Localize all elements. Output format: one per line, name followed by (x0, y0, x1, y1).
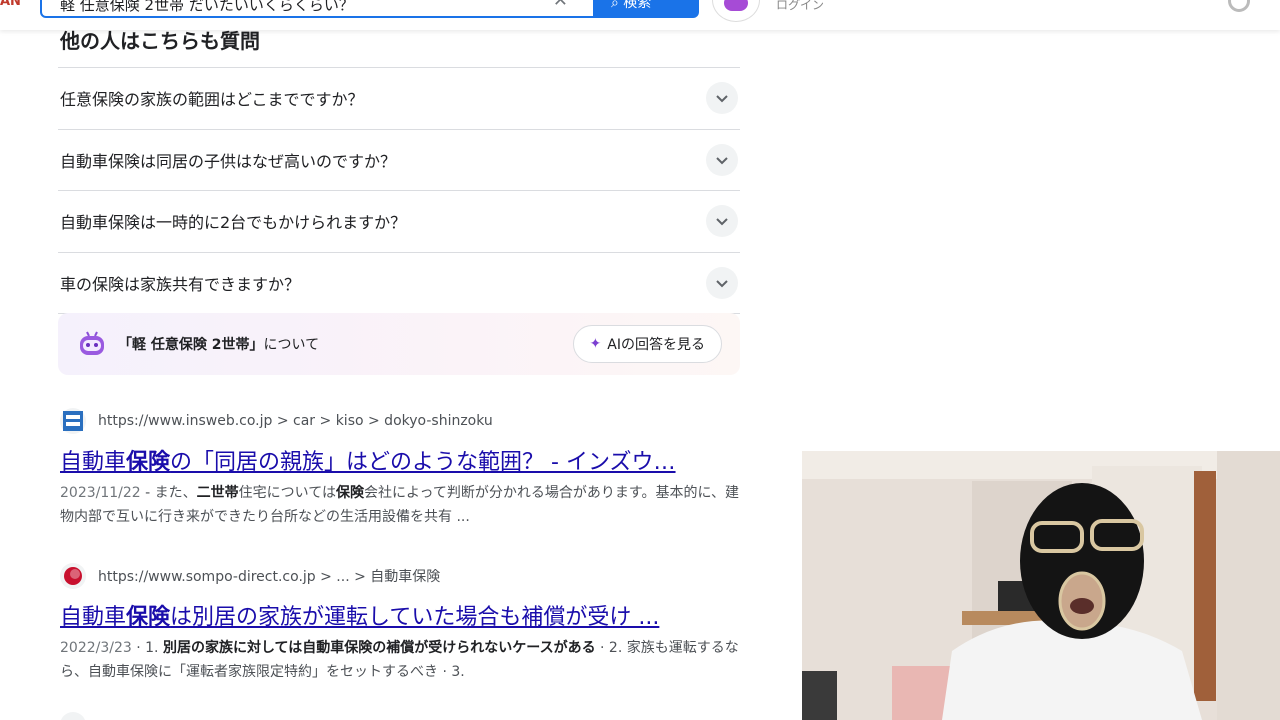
snippet-bold: 保険 (335, 485, 364, 501)
snippet-part: 住宅については (238, 485, 336, 501)
view-ai-answer-button[interactable]: ✦ AIの回答を見る (572, 325, 722, 363)
result-snippet: 2023/11/22 - また、二世帯住宅については保険会社によって判断が分かれ… (60, 481, 740, 529)
snippet-bold: 別居の家族に対しては自動車保険の補償が受けられないケースがある (162, 640, 596, 656)
result-title-bold: 保険 (126, 605, 171, 630)
paa-question-text: 任意保険の家族の範囲はどこまでですか？ (60, 90, 364, 110)
insweb-favicon-icon (60, 408, 86, 434)
result-title-pre: 自動車 (60, 605, 127, 630)
result-url-row[interactable]: https://www.insweb.co.jp > car > kiso > … (60, 408, 740, 434)
chevron-down-icon[interactable] (706, 205, 738, 238)
snippet-bold: 二世帯 (196, 485, 239, 501)
webcam-person-image (802, 451, 1280, 720)
site-logo[interactable]: AN (0, 0, 21, 9)
search-result: https://www.sompo-direct.co.jp > ... > 自… (60, 563, 740, 684)
ai-close-quote: 」 (249, 337, 264, 353)
sompo-favicon-icon (60, 563, 86, 589)
sparkle-icon: ✦ (589, 336, 602, 352)
snippet-part: - また、 (140, 485, 197, 501)
result-title-bold: 保険 (126, 450, 171, 475)
result-title-pre: 自動車 (60, 450, 127, 475)
paa-question-item[interactable]: 任意保険の家族の範囲はどこまでですか？ (58, 68, 740, 130)
next-result-favicon-icon (60, 712, 86, 720)
chevron-down-icon[interactable] (706, 82, 738, 115)
clear-search-icon[interactable]: ✕ (553, 0, 568, 11)
ai-assistant-button[interactable] (712, 0, 760, 22)
top-search-bar: AN 軽 任意保険 2世帯 だいたいいくらくらい？ ✕ ⌕ 検索 ログイン (0, 0, 1280, 30)
result-title-link[interactable]: 自動車保険は別居の家族が運転していた場合も補償が受け ... (60, 599, 740, 631)
result-date: 2022/3/23 (60, 640, 132, 656)
paa-question-item[interactable]: 車の保険は家族共有できますか？ (58, 253, 740, 314)
login-link[interactable]: ログイン (776, 0, 824, 13)
snippet-part: · 1. (131, 640, 163, 656)
result-url: https://www.insweb.co.jp > car > kiso > … (98, 413, 493, 429)
ai-topic-keyword: 軽 任意保険 2世帯 (132, 337, 250, 353)
search-result: https://www.insweb.co.jp > car > kiso > … (60, 408, 740, 529)
result-url: https://www.sompo-direct.co.jp > ... > 自… (98, 569, 441, 585)
result-snippet: 2022/3/23 · 1. 別居の家族に対しては自動車保険の補償が受けられない… (60, 636, 740, 684)
result-url-row[interactable]: https://www.sompo-direct.co.jp > ... > 自… (60, 563, 740, 589)
result-date: 2023/11/22 (60, 485, 141, 501)
search-icon: ⌕ (611, 0, 619, 11)
people-also-ask-list: 任意保険の家族の範囲はどこまでですか？ 自動車保険は同居の子供はなぜ高いのですか… (58, 67, 740, 314)
webcam-overlay (802, 451, 1280, 720)
ai-robot-icon (78, 331, 106, 357)
view-ai-answer-label: AIの回答を見る (607, 337, 705, 353)
ai-answer-card: 「軽 任意保険 2世帯」について ✦ AIの回答を見る (58, 313, 740, 375)
paa-question-text: 車の保険は家族共有できますか？ (60, 274, 301, 294)
result-title-post: は別居の家族が運転していた場合も補償が受け ... (170, 605, 660, 630)
chevron-down-icon[interactable] (706, 143, 738, 176)
ai-topic-suffix: について (263, 337, 320, 353)
chevron-down-icon[interactable] (706, 266, 738, 299)
ai-open-quote: 「 (118, 337, 132, 353)
paa-question-item[interactable]: 自動車保険は一時的に2台でもかけられますか？ (58, 191, 740, 253)
search-button[interactable]: ⌕ 検索 (593, 0, 699, 18)
paa-question-text: 自動車保険は一時的に2台でもかけられますか？ (60, 213, 407, 233)
settings-gear-icon[interactable] (1228, 0, 1250, 12)
paa-question-item[interactable]: 自動車保険は同居の子供はなぜ高いのですか？ (58, 130, 740, 191)
paa-question-text: 自動車保険は同居の子供はなぜ高いのですか？ (60, 151, 397, 171)
search-button-label: 検索 (623, 0, 652, 11)
search-query-text[interactable]: 軽 任意保険 2世帯 だいたいいくらくらい？ (60, 0, 354, 15)
result-title-link[interactable]: 自動車保険の「同居の親族」はどのような範囲？ - インズウ… (60, 444, 740, 476)
search-input[interactable]: 軽 任意保険 2世帯 だいたいいくらくらい？ ✕ (40, 0, 600, 18)
result-title-post: の「同居の親族」はどのような範囲？ - インズウ… (170, 450, 676, 475)
ai-topic-text: 「軽 任意保険 2世帯」について (118, 334, 319, 354)
